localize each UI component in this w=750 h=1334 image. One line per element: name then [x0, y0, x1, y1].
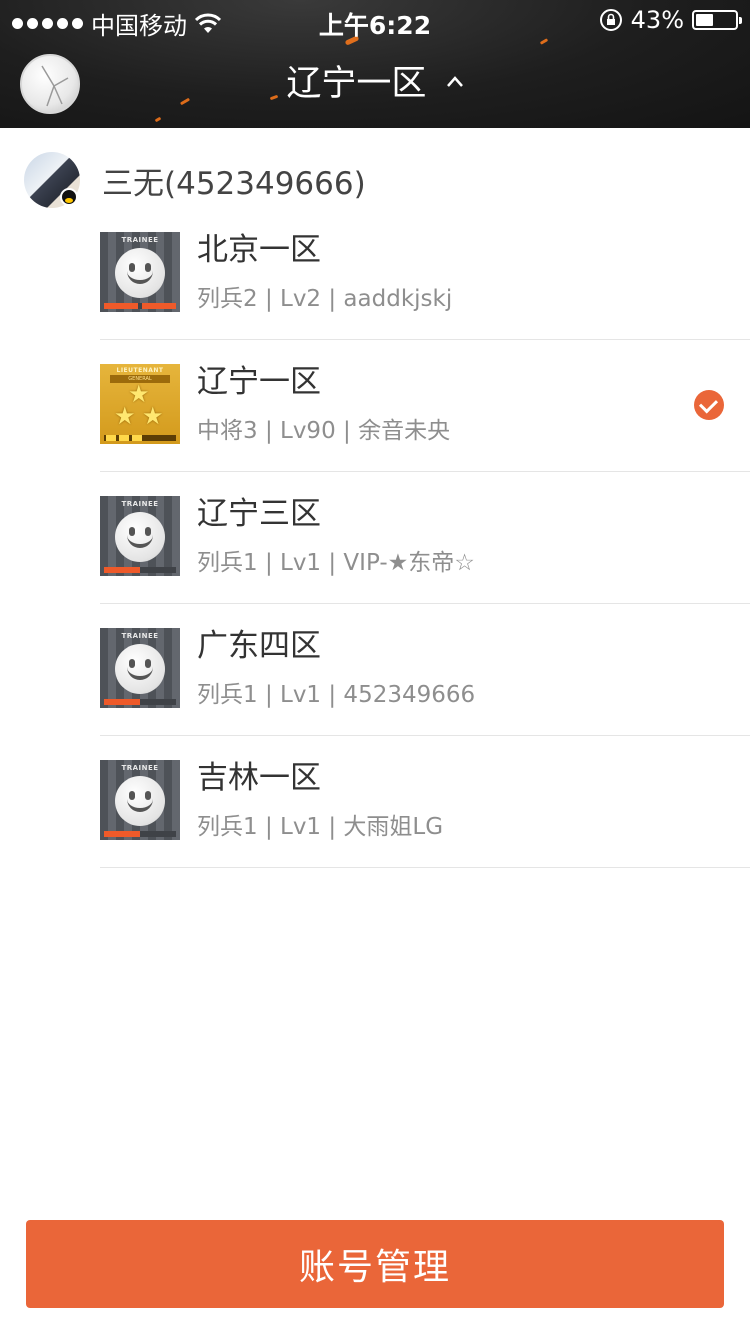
list-item[interactable]: TRAINEE 辽宁三区 列兵1 | Lv1 | VIP-★东帝☆	[100, 472, 750, 604]
rank-progress	[104, 699, 176, 705]
list-item[interactable]: TRAINEE 北京一区 列兵2 | Lv2 | aaddkjskj	[100, 208, 750, 340]
chevron-up-icon	[446, 76, 463, 87]
rank-progress	[104, 831, 176, 837]
server-detail: 列兵1 | Lv1 | 大雨姐LG	[197, 814, 444, 840]
battery-percent: 43%	[630, 6, 684, 34]
rank-progress	[104, 303, 176, 309]
server-detail: 列兵2 | Lv2 | aaddkjskj	[197, 286, 453, 312]
server-name: 辽宁一区	[197, 364, 321, 400]
account-management-button[interactable]: 账号管理	[26, 1220, 724, 1308]
account-row: 三无(452349666)	[24, 152, 366, 208]
smiley-icon	[115, 644, 165, 694]
rank-badge: TRAINEE	[100, 760, 180, 840]
rank-badge: TRAINEE	[100, 628, 180, 708]
rank-badge: TRAINEE	[100, 232, 180, 312]
server-switcher[interactable]: 辽宁一区	[0, 60, 750, 108]
account-name: 三无(452349666)	[102, 165, 366, 202]
current-server-title: 辽宁一区	[286, 64, 427, 104]
list-item[interactable]: TRAINEE 广东四区 列兵1 | Lv1 | 452349666	[100, 604, 750, 736]
status-bar: 中国移动 上午6:22 43%	[0, 0, 750, 40]
rotation-lock-icon	[599, 9, 622, 31]
server-name: 吉林一区	[197, 760, 321, 796]
smiley-icon	[115, 776, 165, 826]
battery-icon	[692, 10, 742, 30]
rank-badge: TRAINEE	[100, 496, 180, 576]
list-item[interactable]: LIEUTENANT GENERAL ★ ★ ★ 辽宁一区 中将3 | Lv90…	[100, 340, 750, 472]
avatar	[24, 152, 80, 208]
server-detail: 列兵1 | Lv1 | 452349666	[197, 682, 476, 708]
qq-penguin-icon	[60, 188, 78, 206]
server-list: TRAINEE 北京一区 列兵2 | Lv2 | aaddkjskj LIEUT…	[100, 208, 750, 868]
top-header: 中国移动 上午6:22 43% 辽宁一区	[0, 0, 750, 128]
server-name: 北京一区	[197, 232, 321, 268]
server-name: 辽宁三区	[197, 496, 321, 532]
rank-progress	[104, 435, 176, 441]
list-item[interactable]: TRAINEE 吉林一区 列兵1 | Lv1 | 大雨姐LG	[100, 736, 750, 868]
rank-progress	[104, 567, 176, 573]
checkmark-circle-icon	[694, 390, 724, 420]
server-name: 广东四区	[197, 628, 321, 664]
rank-badge: LIEUTENANT GENERAL ★ ★ ★	[100, 364, 180, 444]
smiley-icon	[115, 248, 165, 298]
server-detail: 列兵1 | Lv1 | VIP-★东帝☆	[197, 550, 475, 576]
server-detail: 中将3 | Lv90 | 余音未央	[197, 418, 451, 444]
smiley-icon	[115, 512, 165, 562]
